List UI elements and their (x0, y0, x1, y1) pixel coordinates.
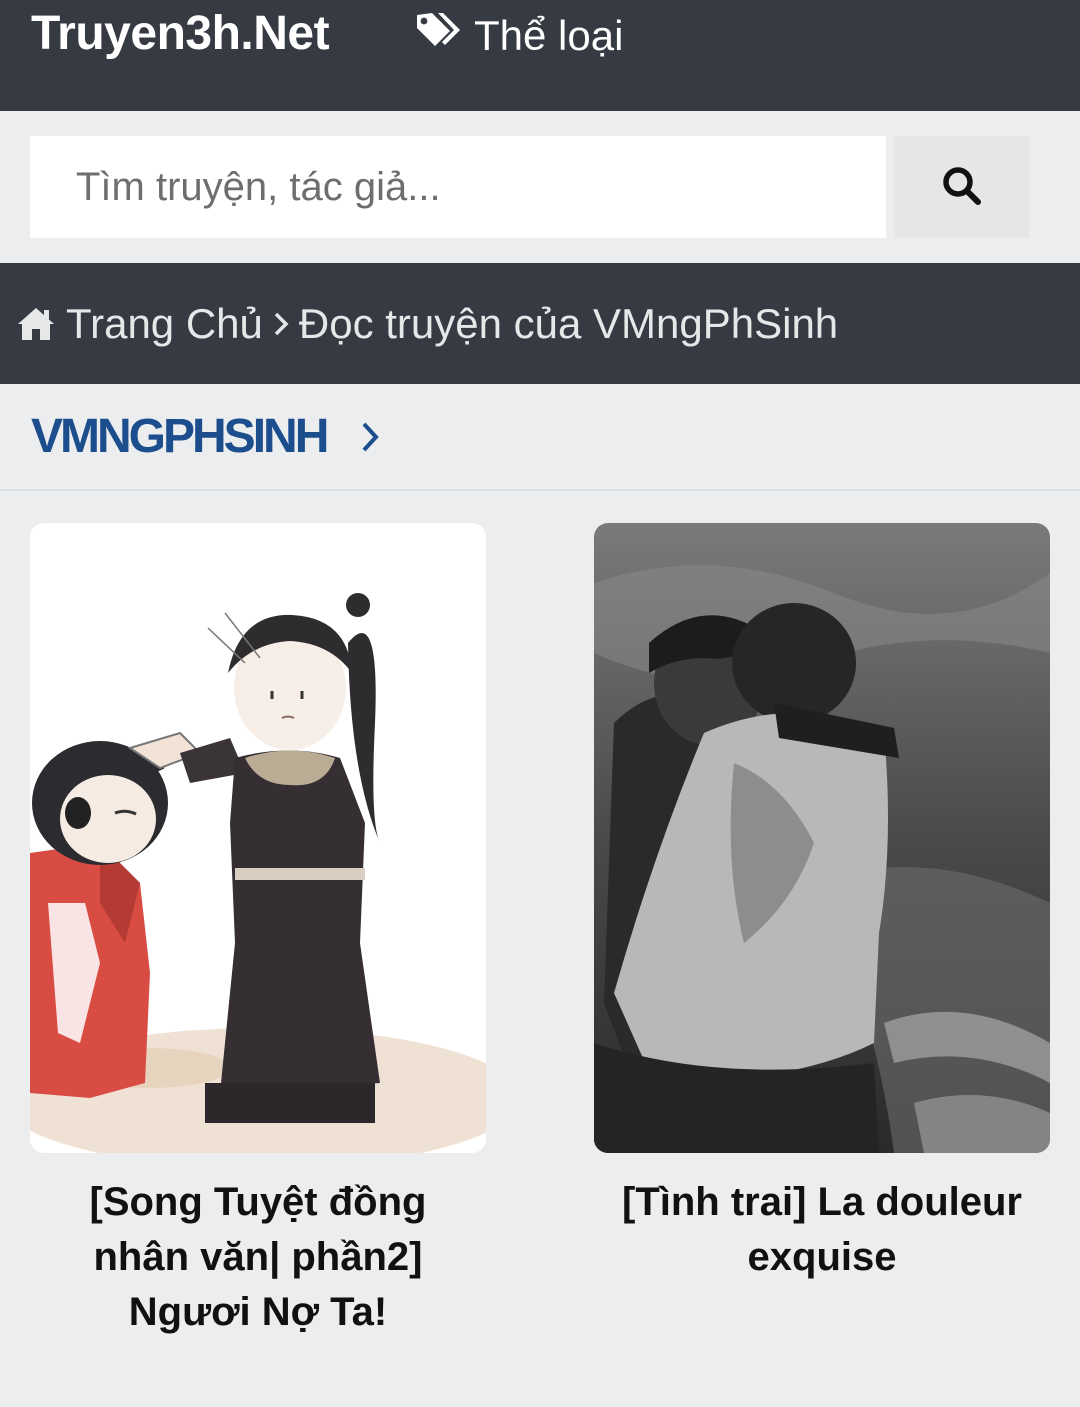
breadcrumb-current: Đọc truyện của VMngPhSinh (298, 299, 839, 347)
search-icon (942, 166, 982, 209)
home-icon (16, 306, 56, 342)
search-button[interactable] (894, 136, 1029, 238)
story-card[interactable]: [Tình trai] La douleur exquise (594, 523, 1050, 1285)
story-card[interactable]: [Song Tuyệt đồng nhân văn| phần2] Ngươi … (30, 523, 486, 1340)
story-cover-image[interactable] (594, 523, 1050, 1153)
genre-menu-label: Thể loại (474, 12, 624, 59)
tags-icon (414, 11, 474, 61)
story-title[interactable]: [Tình trai] La douleur exquise (594, 1175, 1050, 1285)
site-logo[interactable]: Truyen3h.Net (31, 6, 330, 61)
top-navbar: Truyen3h.Net Thể loại (0, 0, 1080, 111)
chevron-right-icon (360, 420, 380, 454)
story-cover-image[interactable] (30, 523, 486, 1153)
author-name[interactable]: VMngPhSinh (31, 409, 329, 464)
search-input[interactable] (30, 136, 886, 238)
story-title[interactable]: [Song Tuyệt đồng nhân văn| phần2] Ngươi … (30, 1175, 486, 1340)
search-bar (0, 111, 1080, 263)
breadcrumb-home[interactable]: Trang Chủ (16, 300, 263, 348)
breadcrumb-home-label: Trang Chủ (66, 299, 263, 347)
breadcrumb: Trang Chủ Đọc truyện của VMngPhSinh (0, 263, 1080, 384)
author-header[interactable]: VMngPhSinh (0, 384, 1080, 491)
chevron-right-icon (273, 311, 289, 337)
genre-menu-link[interactable]: Thể loại (414, 10, 623, 62)
